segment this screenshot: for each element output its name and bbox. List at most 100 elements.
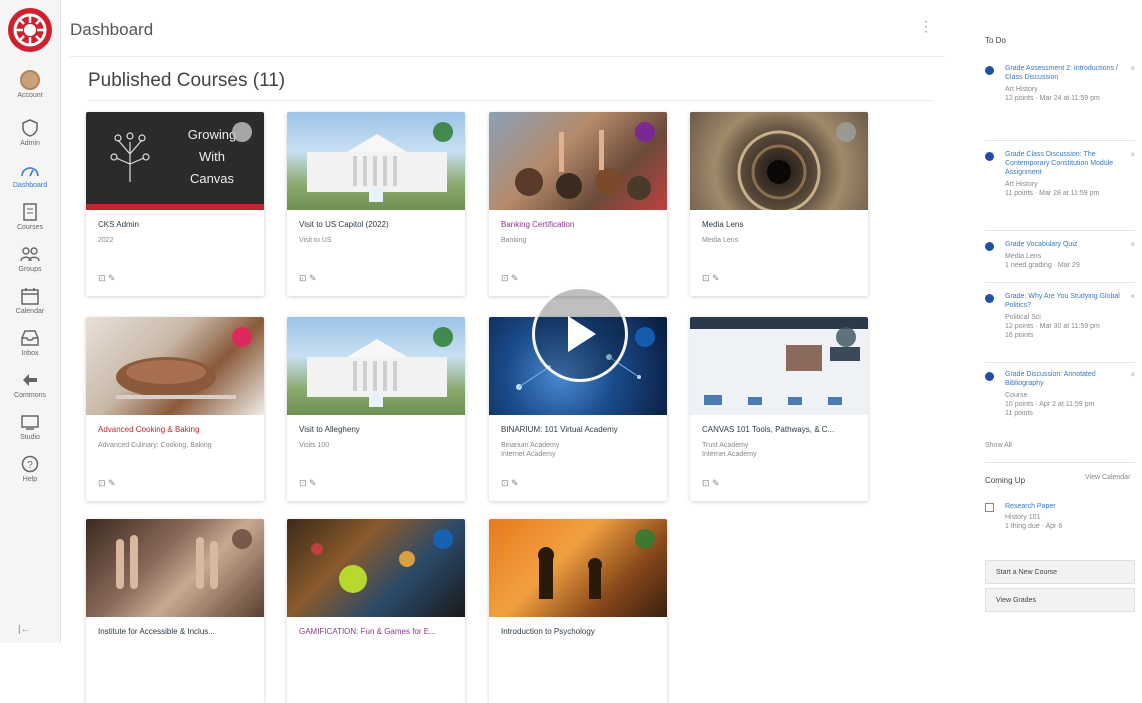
video-play-button[interactable]: [532, 286, 628, 382]
todo-item[interactable]: Grade Class Discussion: The Contemporary…: [985, 150, 1135, 198]
course-card-icons[interactable]: ⊡ ✎: [702, 273, 720, 284]
nav-groups[interactable]: Groups: [0, 244, 60, 286]
course-name[interactable]: CANVAS 101 Tools, Pathways, & C...: [702, 425, 856, 435]
dismiss-icon[interactable]: ×: [1130, 292, 1135, 301]
course-name[interactable]: Introduction to Psychology: [501, 627, 655, 637]
todo-item[interactable]: Grade Assessment 2: Introductions / Clas…: [985, 64, 1135, 103]
course-options-icon[interactable]: [635, 529, 655, 549]
course-name[interactable]: Banking Certification: [501, 220, 655, 230]
course-card-icons[interactable]: ⊡ ✎: [501, 273, 519, 284]
todo-title[interactable]: Grade Class Discussion: The Contemporary…: [1005, 150, 1135, 177]
course-card[interactable]: Advanced Cooking & Baking Advanced Culin…: [86, 317, 264, 501]
course-code: Visits 100: [299, 442, 330, 449]
course-card-icons[interactable]: ⊡ ✎: [98, 478, 116, 489]
nav-studio[interactable]: Studio: [0, 412, 60, 454]
course-card[interactable]: Visit to Allegheny Visits 100 ⊡ ✎: [287, 317, 465, 501]
course-options-icon[interactable]: [232, 122, 252, 142]
start-new-course-button[interactable]: Start a New Course: [985, 560, 1135, 584]
course-options-icon[interactable]: [836, 327, 856, 347]
nav-calendar[interactable]: Calendar: [0, 286, 60, 328]
nav-dashboard-label: Dashboard: [12, 182, 48, 189]
course-card[interactable]: GAMIFICATION: Fun & Games for E...: [287, 519, 465, 703]
todo-divider: [985, 282, 1135, 283]
todo-item[interactable]: Grade Discussion: Annotated Bibliography…: [985, 370, 1135, 418]
course-card[interactable]: CANVAS 101 Tools, Pathways, & C... Trust…: [690, 317, 868, 501]
course-card-icons[interactable]: ⊡ ✎: [702, 478, 720, 489]
course-card-image: [287, 519, 465, 617]
course-options-icon[interactable]: [232, 327, 252, 347]
course-name[interactable]: Institute for Accessible & Inclus...: [98, 627, 252, 637]
course-code: Advanced Culinary: Cooking, Baking: [98, 442, 212, 449]
nav-inbox[interactable]: Inbox: [0, 328, 60, 370]
banner-line-2: With: [199, 149, 225, 164]
course-name[interactable]: Media Lens: [702, 220, 856, 230]
course-name[interactable]: BINARIUM: 101 Virtual Academy: [501, 425, 655, 435]
groups-icon: [19, 244, 41, 264]
course-card[interactable]: Visit to US Capitol (2022) Visit to US ⊡…: [287, 112, 465, 296]
nav-dashboard[interactable]: Dashboard: [0, 160, 60, 202]
course-card[interactable]: Introduction to Psychology: [489, 519, 667, 703]
dashboard-options-button[interactable]: ⋮: [919, 18, 933, 35]
nav-help-label: Help: [22, 476, 38, 483]
todo-meta: Media Lens 1 need grading · Mar 29: [1005, 253, 1080, 269]
todo-title[interactable]: Grade: Why Are You Studying Global Polit…: [1005, 292, 1135, 310]
nav-admin[interactable]: Admin: [0, 118, 60, 160]
course-name[interactable]: Advanced Cooking & Baking: [98, 425, 252, 435]
course-name[interactable]: CKS Admin: [98, 220, 252, 230]
course-name[interactable]: Visit to US Capitol (2022): [299, 220, 453, 230]
logo-icon: [13, 13, 47, 47]
course-code: Trust Academy Internet Academy: [702, 442, 757, 458]
dismiss-icon[interactable]: ×: [1130, 370, 1135, 379]
nav-account[interactable]: Account: [0, 70, 60, 112]
course-code: Banking: [501, 237, 527, 244]
nav-groups-label: Groups: [18, 266, 42, 273]
course-name[interactable]: GAMIFICATION: Fun & Games for E...: [299, 627, 453, 637]
institution-logo[interactable]: [8, 8, 52, 52]
course-card[interactable]: Banking Certification Banking ⊡ ✎: [489, 112, 667, 296]
course-card-icons[interactable]: ⊡ ✎: [299, 478, 317, 489]
course-options-icon[interactable]: [433, 529, 453, 549]
course-card-icons[interactable]: ⊡ ✎: [501, 478, 519, 489]
nav-inbox-label: Inbox: [21, 350, 39, 357]
course-card[interactable]: Institute for Accessible & Inclus...: [86, 519, 264, 703]
todo-title[interactable]: Grade Discussion: Annotated Bibliography: [1005, 370, 1135, 388]
svg-text:?: ?: [27, 460, 33, 471]
course-card[interactable]: Media Lens Media Lens ⊡ ✎: [690, 112, 868, 296]
course-card[interactable]: Growing With Canvas CKS Admin 2022 ⊡ ✎: [86, 112, 264, 296]
course-card-image: [489, 519, 667, 617]
todo-title[interactable]: Grade Vocabulary Quiz: [1005, 240, 1135, 249]
course-card-icons[interactable]: ⊡ ✎: [299, 273, 317, 284]
todo-item[interactable]: Grade: Why Are You Studying Global Polit…: [985, 292, 1135, 340]
course-name[interactable]: Visit to Allegheny: [299, 425, 453, 435]
course-options-icon[interactable]: [635, 122, 655, 142]
course-card-image: [287, 112, 465, 210]
view-calendar-link[interactable]: View Calendar: [1085, 474, 1130, 481]
event-title[interactable]: Research Paper: [1005, 502, 1135, 511]
view-grades-button[interactable]: View Grades: [985, 588, 1135, 612]
dismiss-icon[interactable]: ×: [1130, 240, 1135, 249]
course-code: Visit to US: [299, 237, 332, 244]
todo-item[interactable]: Grade Vocabulary Quiz Media Lens 1 need …: [985, 240, 1135, 270]
help-icon: ?: [19, 454, 41, 474]
nav-help[interactable]: ? Help: [0, 454, 60, 496]
dismiss-icon[interactable]: ×: [1130, 150, 1135, 159]
nav-courses[interactable]: Courses: [0, 202, 60, 244]
todo-meta: Political Sci 12 points · Mar 30 at 11:5…: [1005, 314, 1100, 339]
course-options-icon[interactable]: [232, 529, 252, 549]
show-all-link[interactable]: Show All: [985, 442, 1012, 449]
course-options-icon[interactable]: [433, 327, 453, 347]
course-options-icon[interactable]: [836, 122, 856, 142]
section-divider: [88, 100, 933, 101]
assignment-icon: [985, 294, 994, 303]
dismiss-icon[interactable]: ×: [1130, 64, 1135, 73]
nav-commons[interactable]: Commons: [0, 370, 60, 412]
todo-title[interactable]: Grade Assessment 2: Introductions / Clas…: [1005, 64, 1135, 82]
course-options-icon[interactable]: [635, 327, 655, 347]
assignment-icon: [985, 372, 994, 381]
course-card-icons[interactable]: ⊡ ✎: [98, 273, 116, 284]
todo-meta: Course 10 points · Apr 2 at 11:59 pm 11 …: [1005, 392, 1095, 417]
collapse-nav-button[interactable]: |←: [18, 624, 31, 635]
admin-icon: [19, 118, 41, 138]
upcoming-event[interactable]: Research Paper History 101 1 thing due ·…: [985, 502, 1135, 531]
course-options-icon[interactable]: [433, 122, 453, 142]
